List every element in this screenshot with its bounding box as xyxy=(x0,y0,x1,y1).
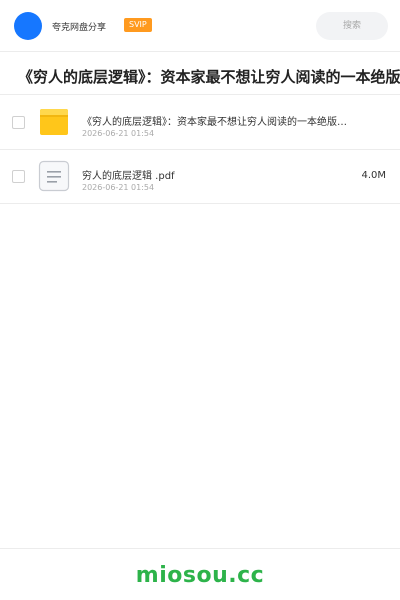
avatar[interactable] xyxy=(14,12,42,40)
share-title-bar: 《穷人的底层逻辑》：资本家最不想让穷人阅读的一本绝版 xyxy=(0,53,400,95)
file-row[interactable]: 穷人的底层逻辑 .pdf 2026-06-21 01:54 4.0M xyxy=(0,150,400,204)
share-title: 《穷人的底层逻辑》：资本家最不想让穷人阅读的一本绝版 xyxy=(18,68,400,86)
brand-name: 夸克网盘分享 xyxy=(52,23,107,33)
footer-site-link[interactable]: miosou.cc xyxy=(0,563,400,588)
header: 夸克网盘分享 SVIP xyxy=(0,0,400,52)
row-checkbox[interactable] xyxy=(12,170,25,183)
file-row[interactable]: 《穷人的底层逻辑》：资本家最不想让穷人阅读的一本绝版… 2026-06-21 0… xyxy=(0,96,400,150)
row-checkbox[interactable] xyxy=(12,116,25,129)
file-size: 4.0M xyxy=(361,170,386,181)
share-page: 夸克网盘分享 SVIP 《穷人的底层逻辑》：资本家最不想让穷人阅读的一本绝版 《… xyxy=(0,0,400,600)
file-name[interactable]: 穷人的底层逻辑 .pdf xyxy=(82,167,372,182)
file-name[interactable]: 《穷人的底层逻辑》：资本家最不想让穷人阅读的一本绝版… xyxy=(82,113,372,128)
search-input[interactable] xyxy=(316,12,388,40)
file-date: 2026-06-21 01:54 xyxy=(82,183,155,192)
document-icon xyxy=(38,160,70,192)
folder-icon xyxy=(40,109,68,135)
svip-badge: SVIP xyxy=(124,18,152,32)
footer: miosou.cc xyxy=(0,548,400,600)
file-date: 2026-06-21 01:54 xyxy=(82,129,155,138)
